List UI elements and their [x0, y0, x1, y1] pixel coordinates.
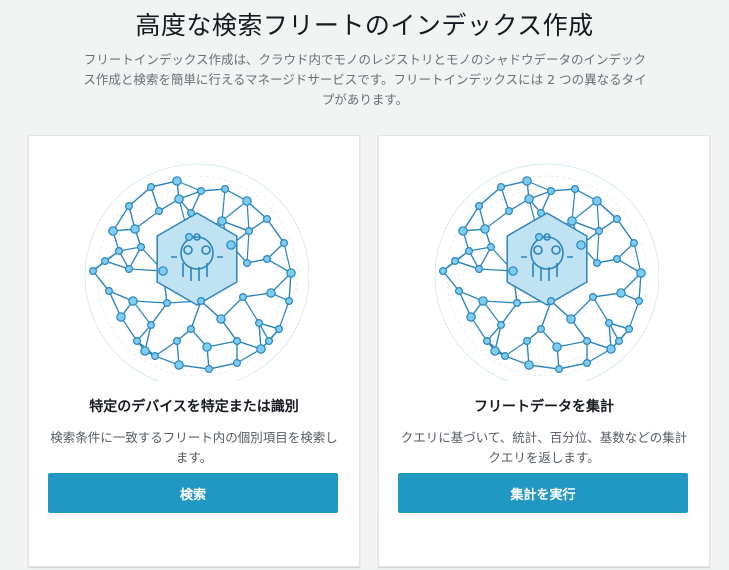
card-title: 特定のデバイスを特定または識別	[89, 399, 299, 415]
page-title: 高度な検索フリートのインデックス作成	[135, 11, 594, 40]
card-title: フリートデータを集計	[474, 399, 614, 415]
search-button[interactable]: 検索	[48, 473, 338, 513]
fleet-device-globe-icon	[434, 163, 659, 381]
run-aggregation-button[interactable]: 集計を実行	[398, 473, 688, 513]
card-description: 検索条件に一致するフリート内の個別項目を検索します。	[50, 430, 338, 465]
card-search-devices: 特定のデバイスを特定または識別 検索条件に一致するフリート内の個別項目を検索しま…	[28, 135, 360, 567]
card-description: クエリに基づいて、統計、百分位、基数などの集計クエリを返します。	[400, 430, 688, 465]
page-description: フリートインデックス作成は、クラウド内でモノのレジストリとモノのシャドウデータの…	[83, 52, 647, 107]
card-aggregate-data: フリートデータを集計 クエリに基づいて、統計、百分位、基数などの集計クエリを返し…	[378, 135, 710, 567]
fleet-device-globe-icon	[84, 163, 309, 381]
